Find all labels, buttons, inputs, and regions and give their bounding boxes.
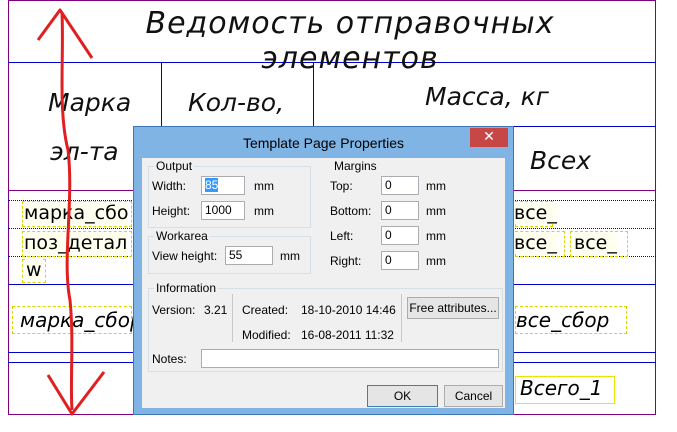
field-mark-sbo: марка_сбо <box>24 202 129 224</box>
margin-right-unit: mm <box>426 254 446 268</box>
margins-group-label: Margins <box>332 159 379 173</box>
output-group-label: Output <box>154 159 195 173</box>
workarea-group-label: Workarea <box>154 229 210 243</box>
close-button[interactable]: ✕ <box>470 128 508 147</box>
notes-label: Notes: <box>152 352 187 366</box>
width-unit: mm <box>254 179 274 193</box>
field-vse-3: все_ <box>574 232 617 254</box>
header-mark: Марка <box>48 88 132 117</box>
information-group-label: Information <box>154 281 219 295</box>
field-mark-sbor: марка_сбор <box>20 308 143 332</box>
height-label: Height: <box>152 204 191 218</box>
width-label: Width: <box>152 179 187 193</box>
height-unit: mm <box>254 204 274 218</box>
margin-bottom-value: 0 <box>385 203 392 217</box>
header-qty: Кол-во, <box>188 88 285 117</box>
field-total: Всего_1 <box>520 376 603 400</box>
field-vse-sbor: все_сбор <box>516 308 610 332</box>
height-field[interactable]: 1000 <box>201 201 245 220</box>
header-all: Всех <box>530 146 592 175</box>
view-height-unit: mm <box>280 249 300 263</box>
margin-top-value: 0 <box>385 178 392 192</box>
margin-left-label: Left: <box>330 229 354 243</box>
height-value: 1000 <box>205 203 232 217</box>
view-height-field[interactable]: 55 <box>225 246 273 265</box>
version-label: Version: <box>152 303 196 317</box>
info-divider-1 <box>232 294 233 342</box>
modified-label: Modified: <box>242 328 291 342</box>
margin-bottom-field[interactable]: 0 <box>381 201 419 220</box>
drawing-title: Ведомость отправочных элементов <box>145 6 555 76</box>
dialog-titlebar[interactable]: Template Page Properties ✕ <box>134 127 513 159</box>
info-divider-2 <box>401 294 402 342</box>
margin-bottom-unit: mm <box>426 204 446 218</box>
field-poz: поз_детал <box>24 232 128 254</box>
margin-top-unit: mm <box>426 179 446 193</box>
cancel-button[interactable]: Cancel <box>444 385 503 407</box>
margin-bottom-label: Bottom: <box>330 204 372 218</box>
free-attributes-button[interactable]: Free attributes... <box>407 297 499 319</box>
created-value: 18-10-2010 14:46 <box>301 303 396 317</box>
width-value: 85 <box>205 178 219 192</box>
dialog-title: Template Page Properties <box>242 135 405 151</box>
margin-top-field[interactable]: 0 <box>381 176 419 195</box>
view-height-label: View height: <box>152 249 218 263</box>
template-page-properties-dialog: Template Page Properties ✕ Output Width:… <box>133 126 514 415</box>
field-vse-2: все_ <box>514 232 557 254</box>
ok-button[interactable]: OK <box>367 385 438 407</box>
header-mark-cont: эл-та <box>50 137 119 166</box>
notes-field[interactable] <box>201 349 499 368</box>
close-icon: ✕ <box>483 129 495 145</box>
margin-right-label: Right: <box>330 254 362 268</box>
width-field[interactable]: 85 <box>201 176 245 195</box>
margin-top-label: Top: <box>330 179 353 193</box>
margin-right-value: 0 <box>385 253 392 267</box>
frame-top <box>8 0 656 1</box>
header-mass: Масса, кг <box>425 82 549 111</box>
dialog-client: Output Width: 85 mm Height: 1000 mm Work… <box>142 158 505 408</box>
margin-left-unit: mm <box>426 229 446 243</box>
modified-value: 16-08-2011 11:32 <box>301 328 394 342</box>
field-w: w <box>26 259 42 281</box>
margin-right-field[interactable]: 0 <box>381 251 419 270</box>
view-height-value: 55 <box>229 248 243 262</box>
margin-left-value: 0 <box>385 228 392 242</box>
field-vse-1: все_ <box>514 202 557 224</box>
margin-left-field[interactable]: 0 <box>381 226 419 245</box>
version-value: 3.21 <box>204 303 228 317</box>
created-label: Created: <box>242 303 289 317</box>
